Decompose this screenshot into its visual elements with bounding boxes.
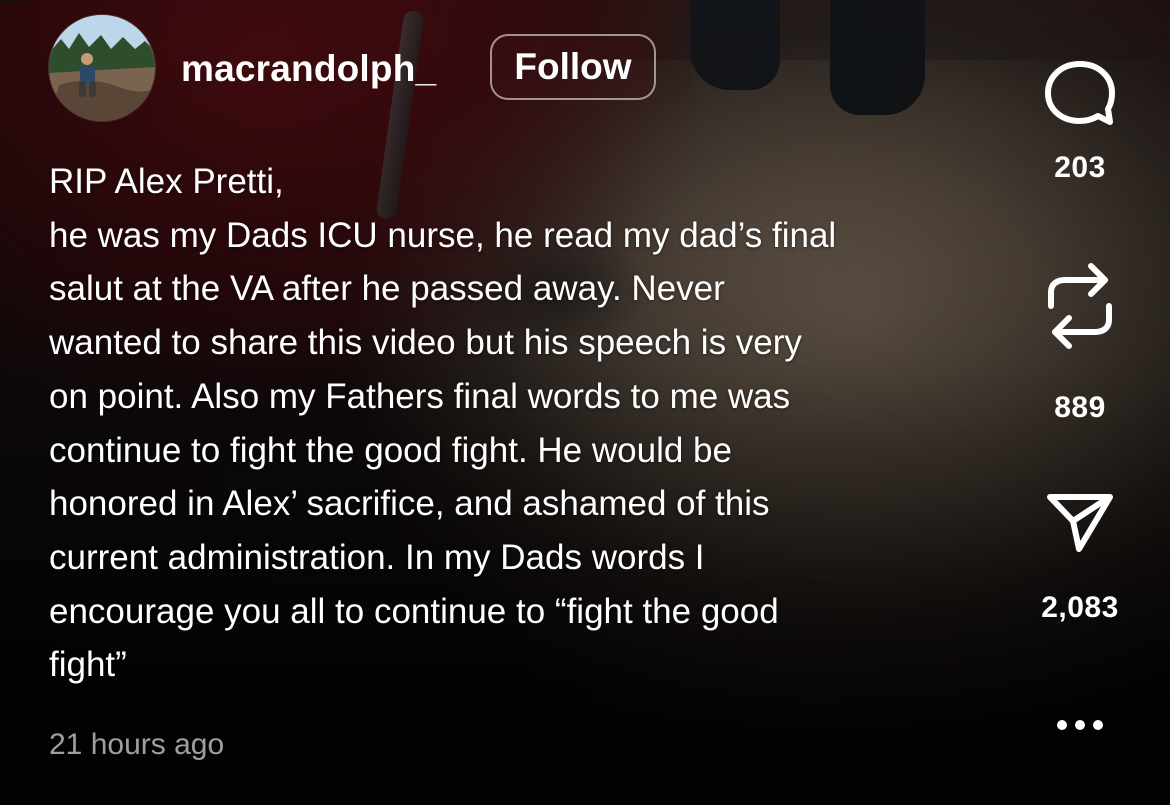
reel-screen: macrandolph_ Follow RIP Alex Pretti, he …: [0, 0, 1170, 805]
avatar-photo: [49, 15, 155, 121]
more-options-button[interactable]: [1040, 705, 1120, 745]
repost-count: 889: [1054, 391, 1106, 424]
more-dots-icon: [1057, 720, 1103, 730]
share-button[interactable]: 2,083: [1020, 490, 1140, 626]
send-paper-plane-icon: [1047, 494, 1113, 552]
username-link[interactable]: macrandolph_: [181, 45, 436, 93]
share-count: 2,083: [1041, 591, 1119, 624]
follow-button[interactable]: Follow: [490, 34, 656, 100]
comment-button[interactable]: 203: [1020, 58, 1140, 186]
post-timestamp: 21 hours ago: [49, 728, 225, 761]
repost-arrows-icon: [1048, 263, 1112, 349]
comment-bubble-icon: [1045, 61, 1115, 125]
post-caption: RIP Alex Pretti, he was my Dads ICU nurs…: [49, 162, 837, 685]
avatar[interactable]: [49, 15, 155, 121]
comment-count: 203: [1054, 151, 1106, 184]
repost-button[interactable]: 889: [1020, 260, 1140, 426]
